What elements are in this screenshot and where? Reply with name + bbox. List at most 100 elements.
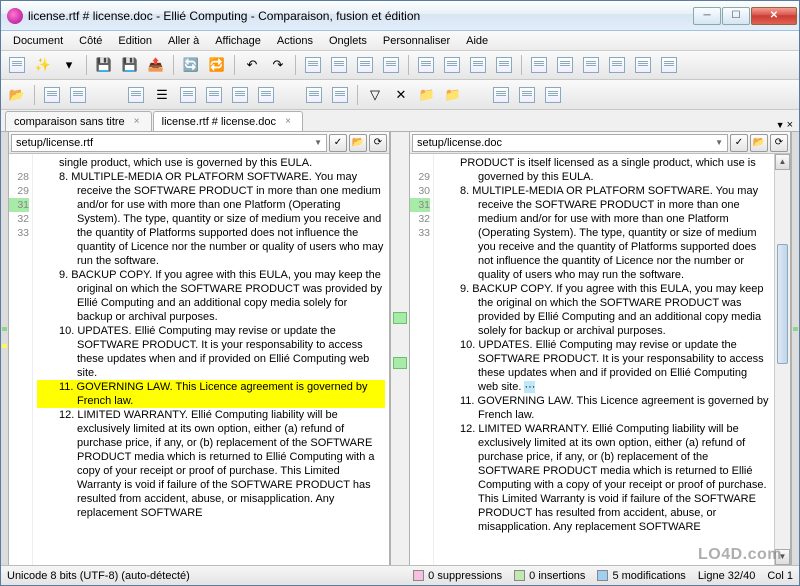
merge4-icon[interactable] [492, 53, 516, 77]
save-all-icon[interactable]: 💾 [118, 53, 142, 77]
menu-aide[interactable]: Aide [458, 33, 496, 49]
merge6-icon[interactable] [553, 53, 577, 77]
view1-icon[interactable] [489, 83, 513, 107]
filter-icon[interactable]: ▽ [363, 83, 387, 107]
menu-affichage[interactable]: Affichage [207, 33, 269, 49]
menu-edition[interactable]: Edition [110, 33, 160, 49]
doc2-icon[interactable] [327, 53, 351, 77]
text-line[interactable]: 8. MULTIPLE-MEDIA OR PLATFORM SOFTWARE. … [438, 184, 770, 282]
tab-label: comparaison sans titre [14, 116, 125, 128]
text-line[interactable]: 12. LIMITED WARRANTY. Ellié Computing li… [438, 422, 770, 534]
text-line[interactable]: 9. BACKUP COPY. If you agree with this E… [438, 282, 770, 338]
view2-icon[interactable] [515, 83, 539, 107]
check-icon[interactable]: ✓ [329, 134, 347, 152]
right-path-input[interactable]: setup/license.doc▼ [412, 134, 728, 152]
list-icon[interactable]: ☰ [150, 83, 174, 107]
menu-aller-a[interactable]: Aller à [160, 33, 207, 49]
merge-right-icon[interactable] [440, 53, 464, 77]
suppressions-color [413, 570, 424, 581]
menu-onglets[interactable]: Onglets [321, 33, 375, 49]
folder-new-icon[interactable]: 📁 [441, 83, 465, 107]
reload-icon[interactable]: 🔁 [205, 53, 229, 77]
left-overview-gutter[interactable] [1, 132, 9, 565]
diff4-icon[interactable] [176, 83, 200, 107]
merge5-icon[interactable] [527, 53, 551, 77]
diff1-icon[interactable] [40, 83, 64, 107]
right-overview-gutter[interactable] [791, 132, 799, 565]
folder-open-icon[interactable]: 📂 [5, 83, 29, 107]
vertical-scrollbar[interactable]: ▲ ▼ [774, 154, 790, 565]
doc3-icon[interactable] [353, 53, 377, 77]
app-icon [7, 8, 23, 24]
tab-menu-icon[interactable]: ▼ [776, 120, 785, 130]
diff9-icon[interactable] [328, 83, 352, 107]
titlebar[interactable]: license.rtf # license.doc - Ellié Comput… [1, 1, 799, 31]
merge7-icon[interactable] [579, 53, 603, 77]
doc4-icon[interactable] [379, 53, 403, 77]
redo-icon[interactable]: ↷ [266, 53, 290, 77]
diff2-icon[interactable] [66, 83, 90, 107]
scroll-down-icon[interactable]: ▼ [775, 549, 790, 565]
toolbar-main: ✨ ▾ 💾 💾 📤 🔄 🔁 ↶ ↷ [1, 51, 799, 80]
text-line[interactable]: single product, which use is governed by… [37, 156, 385, 170]
link-icon[interactable]: ⟳ [369, 134, 387, 152]
menubar: Document Côté Edition Aller à Affichage … [1, 31, 799, 51]
dropdown-icon[interactable]: ▾ [57, 53, 81, 77]
right-text-body[interactable]: PRODUCT is itself licensed as a single p… [434, 154, 774, 565]
tab-untitled[interactable]: comparaison sans titre × [5, 111, 152, 131]
check-icon[interactable]: ✓ [730, 134, 748, 152]
menu-cote[interactable]: Côté [71, 33, 110, 49]
view3-icon[interactable] [541, 83, 565, 107]
text-line[interactable]: 11. GOVERNING LAW. This Licence agreemen… [438, 394, 770, 422]
folder-icon[interactable]: 📁 [415, 83, 439, 107]
scroll-thumb[interactable] [777, 244, 788, 364]
diff6-icon[interactable] [228, 83, 252, 107]
modifications-color [597, 570, 608, 581]
merge9-icon[interactable] [631, 53, 655, 77]
text-line[interactable]: 8. MULTIPLE-MEDIA OR PLATFORM SOFTWARE. … [37, 170, 385, 268]
doc1-icon[interactable] [301, 53, 325, 77]
text-line[interactable]: 11. GOVERNING LAW. This Licence agreemen… [37, 380, 385, 408]
left-text[interactable]: 2829313233 single product, which use is … [9, 154, 389, 565]
tab-license[interactable]: license.rtf # license.doc × [153, 111, 303, 131]
minimize-button[interactable]: ─ [693, 7, 721, 25]
refresh-icon[interactable]: 🔄 [179, 53, 203, 77]
left-text-body[interactable]: single product, which use is governed by… [33, 154, 389, 565]
merge10-icon[interactable] [657, 53, 681, 77]
diff7-icon[interactable] [254, 83, 278, 107]
left-path-input[interactable]: setup/license.rtf▼ [11, 134, 327, 152]
export-icon[interactable]: 📤 [144, 53, 168, 77]
maximize-button[interactable]: ☐ [722, 7, 750, 25]
merge-both-icon[interactable] [466, 53, 490, 77]
tab-close-icon[interactable]: × [282, 116, 294, 128]
close-button[interactable]: ✕ [751, 7, 797, 25]
tab-close-icon[interactable]: × [131, 116, 143, 128]
open-icon[interactable]: 📂 [750, 134, 768, 152]
text-line[interactable]: 10. UPDATES. Ellié Computing may revise … [37, 324, 385, 380]
undo-icon[interactable]: ↶ [240, 53, 264, 77]
menu-document[interactable]: Document [5, 33, 71, 49]
menu-actions[interactable]: Actions [269, 33, 321, 49]
text-line[interactable]: 10. UPDATES. Ellié Computing may revise … [438, 338, 770, 394]
tab-close-all-icon[interactable]: × [787, 119, 793, 131]
merge8-icon[interactable] [605, 53, 629, 77]
scroll-up-icon[interactable]: ▲ [775, 154, 790, 170]
text-line[interactable]: PRODUCT is itself licensed as a single p… [438, 156, 770, 184]
btn-new[interactable] [5, 53, 29, 77]
insertions-color [514, 570, 525, 581]
diff3-icon[interactable] [124, 83, 148, 107]
text-line[interactable]: 9. BACKUP COPY. If you agree with this E… [37, 268, 385, 324]
menu-personnaliser[interactable]: Personnaliser [375, 33, 458, 49]
left-pane: setup/license.rtf▼ ✓ 📂 ⟳ 2829313233 sing… [9, 132, 390, 565]
save-icon[interactable]: 💾 [92, 53, 116, 77]
merge-left-icon[interactable] [414, 53, 438, 77]
link-icon[interactable]: ⟳ [770, 134, 788, 152]
clear-filter-icon[interactable]: ✕ [389, 83, 413, 107]
right-text[interactable]: 2930313233 PRODUCT is itself licensed as… [410, 154, 790, 565]
diff5-icon[interactable] [202, 83, 226, 107]
center-diff-strip[interactable] [390, 132, 410, 565]
diff8-icon[interactable] [302, 83, 326, 107]
text-line[interactable]: 12. LIMITED WARRANTY. Ellié Computing li… [37, 408, 385, 520]
wand-icon[interactable]: ✨ [31, 53, 55, 77]
open-icon[interactable]: 📂 [349, 134, 367, 152]
